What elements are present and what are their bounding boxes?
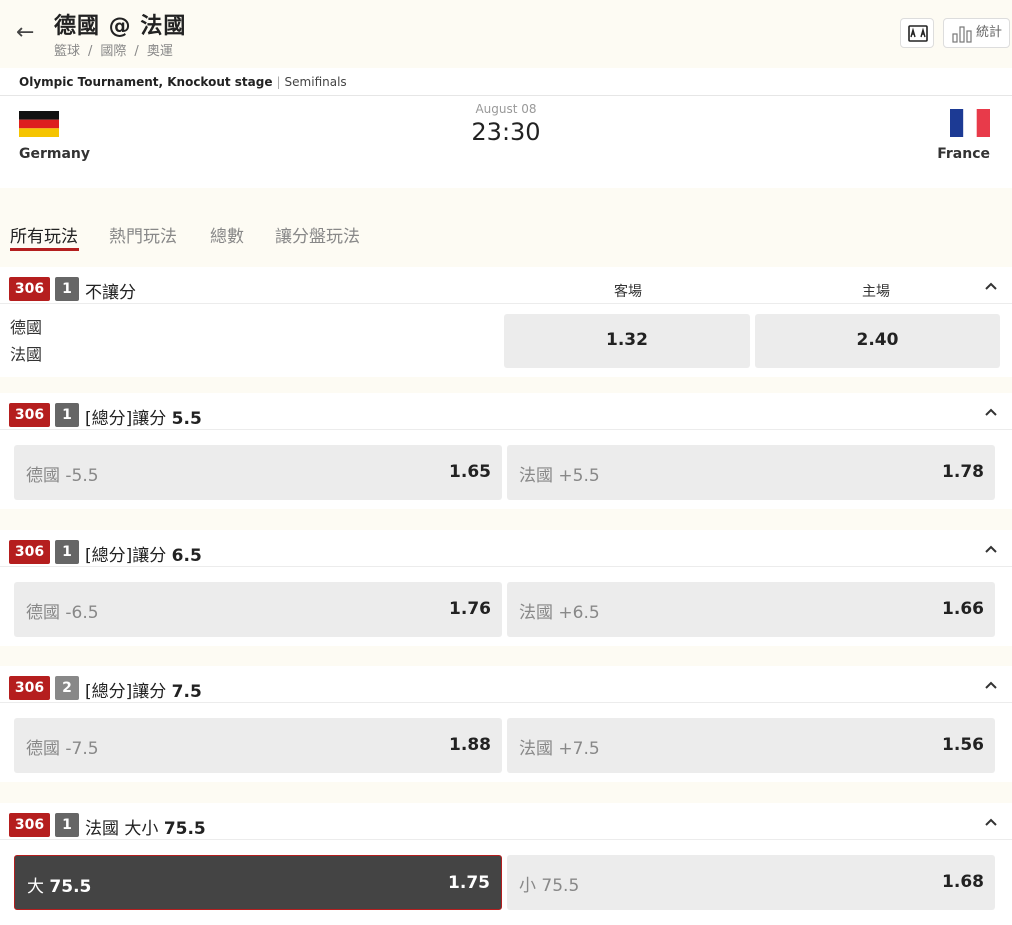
market-code-badge: 306 <box>9 403 50 427</box>
market-handicap-6-5: 306 1 [總分]讓分 6.5 德國 -6.5 1.76 法國 +6.5 1.… <box>0 530 1012 646</box>
tab-popular[interactable]: 熱門玩法 <box>109 222 177 247</box>
bar-chart-icon <box>952 26 972 43</box>
france-flag-icon <box>950 109 990 137</box>
column-away: 客場 <box>614 284 642 300</box>
odd-label: 德國 -5.5 <box>26 466 99 486</box>
odd-button-france[interactable]: 法國 +5.5 1.78 <box>507 445 995 500</box>
active-tab-indicator <box>10 248 79 251</box>
market-total-points: 306 1 法國 大小 75.5 大 75.5 1.75 小 75.5 1.68 <box>0 803 1012 925</box>
market-moneyline: 306 1 不讓分 客場 主場 德國 法國 1.32 2.40 <box>0 267 1012 377</box>
odd-button-home[interactable]: 2.40 <box>755 314 1000 368</box>
match-info: Germany August 08 23:30 France <box>0 96 1012 188</box>
breadcrumb-league[interactable]: 奧運 <box>147 44 173 59</box>
market-count-badge: 1 <box>55 277 79 301</box>
market-title: 法國 大小 75.5 <box>85 819 206 839</box>
market-header[interactable]: 306 1 不讓分 客場 主場 <box>0 267 1012 304</box>
team-names: 德國 法國 <box>10 314 42 368</box>
odd-button-germany[interactable]: 德國 -7.5 1.88 <box>14 718 502 773</box>
odd-value: 1.75 <box>448 873 490 893</box>
market-header[interactable]: 306 1 [總分]讓分 6.5 <box>0 530 1012 567</box>
odd-value: 1.66 <box>942 599 984 619</box>
chevron-up-icon[interactable] <box>984 281 998 291</box>
market-count-badge: 2 <box>55 676 79 700</box>
market-header[interactable]: 306 1 法國 大小 75.5 <box>0 803 1012 840</box>
team1-name: 德國 <box>10 318 43 337</box>
market-handicap-5-5: 306 1 [總分]讓分 5.5 德國 -5.5 1.65 法國 +5.5 1.… <box>0 393 1012 509</box>
breadcrumb-region[interactable]: 國際 <box>100 44 126 59</box>
odd-label: 小 75.5 <box>519 876 580 896</box>
market-count-badge: 1 <box>55 403 79 427</box>
market-code-badge: 306 <box>9 676 50 700</box>
competition-bar: Olympic Tournament, Knockout stage | Semif… <box>0 68 1012 96</box>
odd-label: 德國 -6.5 <box>26 603 99 623</box>
tab-all-markets[interactable]: 所有玩法 <box>10 222 78 247</box>
match-date: August 08 <box>475 102 537 116</box>
odd-button-away[interactable]: 1.32 <box>504 314 750 368</box>
tab-handicap[interactable]: 讓分盤玩法 <box>275 222 360 247</box>
team2-name: 法國 <box>10 345 43 364</box>
market-title: [總分]讓分 5.5 <box>85 409 202 429</box>
odd-value: 1.76 <box>449 599 491 619</box>
market-header[interactable]: 306 2 [總分]讓分 7.5 <box>0 666 1012 703</box>
chevron-up-icon[interactable] <box>984 680 998 690</box>
competition-name: Olympic Tournament, Knockout stage <box>19 75 273 89</box>
breadcrumb: 籃球 / 國際 / 奧運 <box>54 44 173 59</box>
market-tabs: 所有玩法 熱門玩法 總數 讓分盤玩法 <box>0 188 1012 262</box>
market-count-badge: 1 <box>55 813 79 837</box>
market-handicap-7-5: 306 2 [總分]讓分 7.5 德國 -7.5 1.88 法國 +7.5 1.… <box>0 666 1012 782</box>
market-code-badge: 306 <box>9 277 50 301</box>
market-title: 不讓分 <box>85 283 136 303</box>
away-team-name: France <box>937 146 990 162</box>
market-count-badge: 1 <box>55 540 79 564</box>
breadcrumb-sport[interactable]: 籃球 <box>54 44 80 59</box>
market-code-badge: 306 <box>9 540 50 564</box>
market-title: [總分]讓分 6.5 <box>85 546 202 566</box>
odd-button-over-selected[interactable]: 大 75.5 1.75 <box>14 855 502 910</box>
odd-button-france[interactable]: 法國 +7.5 1.56 <box>507 718 995 773</box>
odd-value: 1.88 <box>449 735 491 755</box>
odd-button-under[interactable]: 小 75.5 1.68 <box>507 855 995 910</box>
tab-totals[interactable]: 總數 <box>210 222 244 247</box>
scoreboard-icon <box>908 25 928 42</box>
back-arrow-icon[interactable]: ← <box>16 22 38 44</box>
column-home: 主場 <box>862 284 890 300</box>
odd-value: 2.40 <box>856 330 899 350</box>
odd-label: 法國 +5.5 <box>519 466 600 486</box>
home-team-name: Germany <box>19 146 91 162</box>
market-code-badge: 306 <box>9 813 50 837</box>
odd-value: 1.65 <box>449 462 491 482</box>
odd-value: 1.68 <box>942 872 984 892</box>
odd-value: 1.32 <box>606 330 648 350</box>
chevron-up-icon[interactable] <box>984 407 998 417</box>
match-time: 23:30 <box>471 118 541 146</box>
odd-button-france[interactable]: 法國 +6.5 1.66 <box>507 582 995 637</box>
match-tracker-button[interactable] <box>900 18 934 48</box>
chevron-up-icon[interactable] <box>984 817 998 827</box>
competition-stage: Semifinals <box>284 75 347 89</box>
odd-button-germany[interactable]: 德國 -6.5 1.76 <box>14 582 502 637</box>
odd-label: 大 75.5 <box>27 877 92 897</box>
odd-value: 1.78 <box>942 462 984 482</box>
page-header: ← 德國 @ 法國 籃球 / 國際 / 奧運 統計 <box>0 0 1012 68</box>
market-title: [總分]讓分 7.5 <box>85 682 202 702</box>
chevron-up-icon[interactable] <box>984 544 998 554</box>
stats-label: 統計 <box>976 25 1003 40</box>
odd-value: 1.56 <box>942 735 984 755</box>
stats-button[interactable]: 統計 <box>943 18 1010 48</box>
market-header[interactable]: 306 1 [總分]讓分 5.5 <box>0 393 1012 430</box>
odd-label: 法國 +7.5 <box>519 739 600 759</box>
odd-label: 德國 -7.5 <box>26 739 99 759</box>
page-title: 德國 @ 法國 <box>54 14 187 39</box>
odd-label: 法國 +6.5 <box>519 603 600 623</box>
odd-button-germany[interactable]: 德國 -5.5 1.65 <box>14 445 502 500</box>
